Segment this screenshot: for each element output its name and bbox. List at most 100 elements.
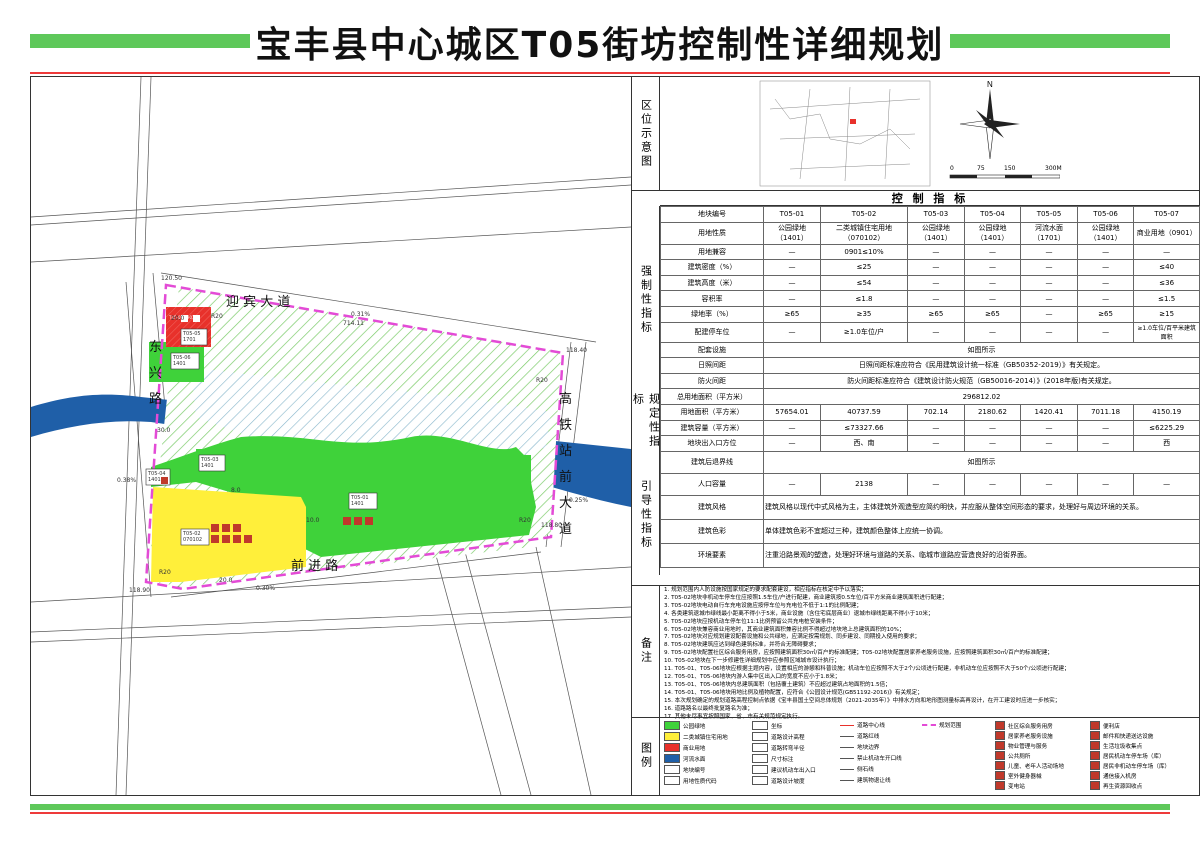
legend-item: 公园绿地 — [664, 721, 705, 730]
scale-300: 300M — [1045, 165, 1062, 172]
radius-4: R20 — [159, 569, 171, 576]
slope-1: 0.31% — [351, 311, 371, 318]
note-item: 9. T05-02地块配置社区综合服务用房，应按照建筑面积30㎡/百户的标准配建… — [664, 650, 1053, 657]
legend-item: 商业用地 — [664, 743, 705, 752]
table-header-row: 地块编号 T05-01 T05-02 T05-03 T05-04 T05-05 T05-06… — [660, 206, 1200, 223]
parcel-label-t05-04: T05-04 1401 — [148, 471, 166, 483]
parcel-label-t05-01: T05-01 1401 — [351, 495, 369, 507]
table-row: 建筑后退界线 如图所示 — [660, 450, 1200, 474]
parcel-t05-02 — [151, 487, 306, 582]
legend: 公园绿地 二类城镇住宅用地 商业用地 河流水面 地块编号 用地性质代码 坐标 道… — [660, 717, 1198, 795]
table-row: 地块出入口方位 — 西、南 — — — — 西 — [660, 435, 1200, 452]
note-item: 10. T05-02地块在下一步修建性详细规划中应参照区域城市设计执行； — [664, 658, 840, 665]
section-legend: 图例 — [632, 717, 660, 795]
legend-item: 道路转弯半径 — [752, 743, 805, 752]
note-item: 3. T05-02地块电动自行车充电设施应按停车位与充电位不低于1:1的比例配建… — [664, 602, 863, 609]
radius-2: R20 — [536, 377, 548, 384]
table-row: 建筑风格 建筑风格以现代中式风格为主，主体建筑外观造型应简约明快，并应服从整体空间… — [660, 494, 1200, 520]
legend-item: 再生资源回收点 — [1090, 781, 1142, 790]
offset-5: 20.0 — [219, 577, 233, 584]
section-location: 区位示意图 — [632, 77, 660, 190]
offset-3: 8.0 — [231, 487, 241, 494]
legend-item: 道路设计坡度 — [752, 776, 805, 785]
control-panel: 区位示意图 N 0 75 150 300M 控 制 指 标 强制性指标 规定性指… — [631, 77, 1200, 795]
elevation-5: 714.11 — [343, 320, 364, 327]
table-row: 总用地面积（平方米） 296812.02 — [660, 388, 1200, 405]
table-row: 建筑密度（%） — ≤25— — — — ≤40 — [660, 259, 1200, 276]
legend-item: 居家养老服务设施 — [995, 731, 1053, 740]
road-name-gaotie: 高 铁 站 前 大 道 — [559, 392, 573, 537]
road-name-yingbin: 迎 宾 大 道 — [226, 295, 291, 310]
legend-item: 通信接入机房 — [1090, 771, 1137, 780]
road-name-qianjin: 前 进 路 — [291, 559, 339, 574]
slope-2: 0.30% — [256, 585, 276, 592]
section-mandatory: 强制性指标 — [632, 206, 660, 393]
legend-item: 室外健身器械 — [995, 771, 1042, 780]
table-title: 控 制 指 标 — [660, 190, 1200, 206]
elevation-2: 118.40 — [566, 347, 587, 354]
header-banner: 宝丰县中心城区T05街坊控制性详细规划 — [0, 0, 1200, 72]
legend-item: 侧石线 — [840, 765, 874, 773]
note-item: 13. T05-01、T05-06地块内总建筑面积（包括覆土建筑）不应超过建筑占… — [664, 681, 891, 688]
page-title: 宝丰县中心城区T05街坊控制性详细规划 — [255, 25, 945, 66]
elevation-3: 118.80 — [541, 522, 562, 529]
section-regulatory: 规定性指标 — [632, 393, 661, 455]
legend-item: 便利店 — [1090, 721, 1120, 730]
table-row: 配套设施 如图所示 — [660, 341, 1200, 359]
table-row: 建筑色彩 单体建筑色彩不宜超过三种，建筑颜色整体上应统一协调。 — [660, 518, 1200, 544]
table-row: 日照间距 日照间距标准应符合《民用建筑设计统一标准（GB50352-2019）》有… — [660, 357, 1200, 374]
legend-item: 公共厕所 — [995, 751, 1030, 760]
legend-item: 物业管理与服务 — [995, 741, 1047, 750]
note-item: 15. 本次规划确定的规划道路高程控制点依据《宝丰县国土空间总体规划（2021-… — [664, 697, 1061, 704]
legend-item: 地块边界 — [840, 743, 879, 751]
table-row: 用地性质 公园绿地（1401） 二类城镇住宅用地（070102） 公园绿地（1401）… — [660, 221, 1200, 245]
table-row: 环境要素 注重沿路景观的塑造，处理好环境与道路的关系、临城市道路应营造良好的沿街界… — [660, 542, 1200, 568]
parcel-label-t05-06: T05-06 1401 — [173, 355, 191, 367]
note-item: 4. 各类建筑退城市绿线最小距离不得小于5米，商业设施（含住宅底层商业）退城市绿… — [664, 610, 934, 617]
scale-150: 150 — [1004, 165, 1016, 172]
title-box: 宝丰县中心城区T05街坊控制性详细规划 — [250, 14, 950, 70]
note-item: 11. T05-01、T05-06地块应根据主题内容，设置相应的游憩和科普设施；… — [664, 666, 1070, 673]
offset-2: 30.0 — [157, 427, 171, 434]
table-row: 建筑高度（米） — ≤54— — — — ≤36 — [660, 274, 1200, 292]
header-red-line — [30, 72, 1170, 74]
legend-item: 道路设计高程 — [752, 732, 805, 741]
table-row: 用地兼容 —0901≤10% — — — — — — [660, 243, 1200, 261]
legend-item: 建议机动车出入口 — [752, 765, 816, 774]
note-item: 16. 道路路名以最终批复路名为准； — [664, 705, 753, 712]
table-row: 建筑容量（平方米） — ≤73327.66— — — — ≤6225.29 — [660, 419, 1200, 437]
legend-item: 规划范围 — [922, 721, 961, 729]
parcel-t05-04 — [481, 455, 531, 485]
offset-4: 10.0 — [306, 517, 320, 524]
elevation-1: 120.50 — [161, 275, 182, 282]
note-item: 5. T05-02地块应按机动车停车位11:1比例预留公共充电桩安装条件； — [664, 618, 838, 625]
note-item: 1. 规划范围内人防设施按国家规定的要求配套建设，相应指标在核定中予以落实； — [664, 587, 867, 593]
road-name-dongxing: 东 兴 路 — [149, 340, 163, 407]
parcel-label-t05-02: T05-02 070102 — [183, 531, 203, 543]
elevation-4: 118.90 — [129, 587, 150, 594]
legend-item: 坐标 — [752, 721, 782, 730]
legend-item: 社区综合服务用房 — [995, 721, 1053, 730]
legend-item: 居民机动车停车场（库） — [1090, 751, 1165, 760]
legend-item: 二类城镇住宅用地 — [664, 732, 728, 741]
legend-item: 变电站 — [995, 781, 1025, 790]
legend-item: 河流水面 — [664, 754, 705, 763]
table-row: 容积率 — ≤1.8— — — — ≤1.5 — [660, 290, 1200, 307]
note-item: 12. T05-01、T05-06地块内游人集中区出入口的宽度不应小于1.8米； — [664, 673, 841, 680]
offset-1: 20.0 — [171, 315, 185, 322]
compass-icon — [959, 89, 1020, 160]
section-notes: 备注 — [632, 585, 660, 717]
legend-item: 生活垃圾收集点 — [1090, 741, 1142, 750]
notes-list: 1. 规划范围内人防设施按国家规定的要求配套建设，相应指标在核定中予以落实； 2… — [660, 587, 1198, 721]
legend-item: 禁止机动车开口线 — [840, 754, 902, 762]
legend-item: 儿童、老年人活动场地 — [995, 761, 1064, 770]
scale-0: 0 — [950, 165, 954, 172]
legend-item: 建筑物退让线 — [840, 776, 891, 784]
legend-item: 邮件和快递送达设施 — [1090, 731, 1153, 740]
parcel-label-t05-03: T05-03 1401 — [201, 457, 219, 469]
legend-item: 道路红线 — [840, 732, 879, 740]
parcel-label-t05-05: T05-05 1701 — [183, 331, 201, 343]
compass-n: N — [987, 80, 993, 89]
slope-4: 0.25% — [569, 497, 589, 504]
note-item: 2. T05-02地块非机动车停车位应按照1.5车位/户进行配建，商业建筑按0.… — [664, 594, 948, 601]
